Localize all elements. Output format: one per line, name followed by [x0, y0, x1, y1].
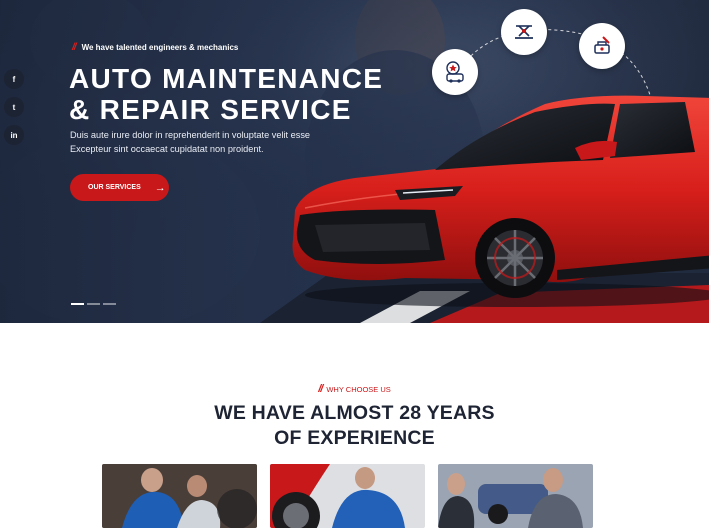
- facebook-icon: f: [12, 74, 16, 84]
- arrow-right-icon: →: [154, 181, 166, 194]
- tire-service-photo: [270, 464, 425, 528]
- eyebrow-text: WHY CHOOSE US: [326, 384, 391, 394]
- hero-tagline-text: We have talented engineers & mechanics: [81, 43, 239, 52]
- linkedin-icon: in: [10, 130, 18, 140]
- our-services-label: OUR SERVICES: [88, 184, 141, 191]
- section-headline-line2: OF EXPERIENCE: [274, 427, 435, 449]
- car-jack-icon: [515, 25, 533, 39]
- red-suv-image: [292, 95, 709, 307]
- feature-card-image-2[interactable]: [270, 464, 425, 528]
- slide-dot-3[interactable]: [103, 303, 116, 305]
- slide-dot-2[interactable]: [87, 303, 100, 305]
- feature-card-image-1[interactable]: [102, 464, 257, 528]
- section-eyebrow: // WHY CHOOSE US: [0, 383, 709, 395]
- service-bubble-engine-tools[interactable]: [579, 23, 625, 69]
- double-slash-icon: //: [318, 383, 323, 395]
- mechanics-photo: [102, 464, 257, 528]
- slide-dot-1[interactable]: [71, 303, 84, 305]
- twitter-link[interactable]: t: [4, 97, 24, 117]
- technicians-photo: [438, 464, 593, 528]
- car-wash-icon: [446, 61, 464, 83]
- slider-pagination: [71, 303, 116, 305]
- service-bubble-car-wash[interactable]: [432, 49, 478, 95]
- section-headline-line1: WE HAVE ALMOST 28 YEARS: [214, 402, 495, 424]
- twitter-icon: t: [12, 102, 16, 112]
- double-slash-icon: //: [72, 42, 76, 53]
- linkedin-link[interactable]: in: [4, 125, 24, 145]
- our-services-button[interactable]: OUR SERVICES →: [70, 174, 169, 201]
- service-bubble-car-jack[interactable]: [501, 9, 547, 55]
- engine-tools-icon: [594, 36, 610, 54]
- feature-card-image-3[interactable]: [438, 464, 593, 528]
- hero-tagline: // We have talented engineers & mechanic…: [72, 42, 238, 53]
- facebook-link[interactable]: f: [4, 69, 24, 89]
- section-headline: WE HAVE ALMOST 28 YEARS OF EXPERIENCE: [0, 401, 709, 451]
- hero-slider: f t in // We have talented engineers & m…: [0, 0, 709, 323]
